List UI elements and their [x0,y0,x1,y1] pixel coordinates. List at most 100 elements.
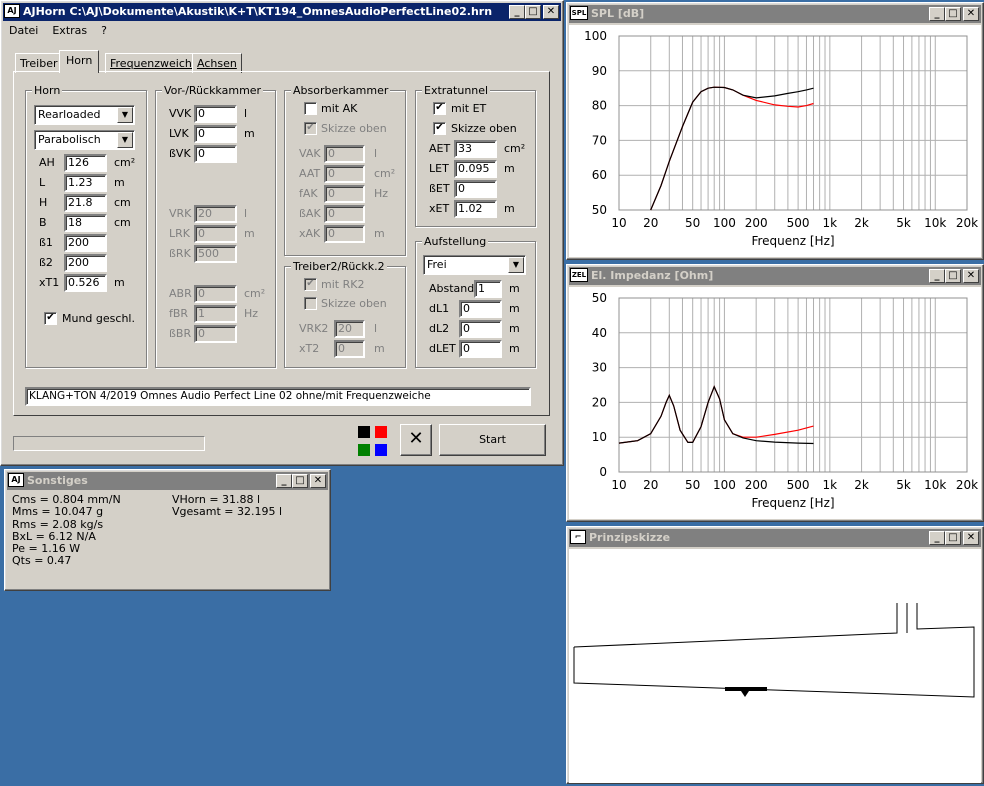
x-tick-label: 100 [713,478,736,492]
mit-ak-checkbox[interactable] [304,102,317,115]
vor-rueck-group-title: Vor-/Rückkammer [162,84,264,97]
field-input[interactable]: 0 [194,285,237,303]
field-input[interactable]: 0 [459,340,502,358]
field-input[interactable]: 0 [324,225,365,243]
field-input[interactable]: 0.526 [64,274,107,292]
close-button[interactable]: ✕ [963,7,979,21]
field-input[interactable]: 1.02 [454,200,497,218]
close-button[interactable]: ✕ [310,474,326,488]
spl-title: SPL [dB] [591,7,645,20]
mund-checkbox[interactable]: ✔ [44,312,57,325]
field-input[interactable]: 1 [194,305,237,323]
y-tick-label: 60 [592,168,607,182]
field-input[interactable]: 0 [459,320,502,338]
field-label: ABR [169,287,192,300]
sonstiges-titlebar[interactable]: AJ Sonstiges _ □ ✕ [7,472,328,490]
field-input[interactable]: 0 [334,340,365,358]
tab-frequenzweiche[interactable]: Frequenzweiche [105,53,204,73]
color-swatch-blue[interactable] [375,444,387,456]
field-input[interactable]: 21.8 [64,194,107,212]
chevron-down-icon[interactable]: ▼ [117,132,133,148]
y-tick-label: 50 [592,203,607,217]
field-unit: m [114,176,125,189]
treiber2-skizze-checkbox[interactable] [304,297,317,310]
horn-outline-upper [573,603,898,648]
minimize-button[interactable]: _ [509,5,525,19]
field-input[interactable]: 200 [64,234,107,252]
field-input[interactable]: 126 [64,154,107,172]
menu-help[interactable]: ? [101,24,107,40]
tab-achsen[interactable]: Achsen [192,53,242,73]
field-input[interactable]: 0 [194,125,237,143]
field-unit: Hz [374,187,389,200]
cancel-button[interactable]: ✕ [400,424,432,456]
field-label: dL1 [429,302,450,315]
treiber2-skizze-label: Skizze oben [321,297,387,310]
y-tick-label: 0 [599,465,607,479]
absorber-skizze-checkbox[interactable]: ✔ [304,122,317,135]
maximize-button[interactable]: □ [292,474,308,488]
skizze-titlebar[interactable]: ⌐ Prinzipskizze _ □ ✕ [569,529,981,547]
close-button[interactable]: ✕ [963,269,979,283]
field-label: dL2 [429,322,450,335]
horn-type-select[interactable]: Rearloaded ▼ [34,105,135,125]
field-input[interactable]: 1 [474,280,502,298]
field-input[interactable]: 500 [194,245,237,263]
tab-treiber[interactable]: Treiber [15,53,63,73]
minimize-button[interactable]: _ [929,531,945,545]
aufstellung-value: Frei [427,258,447,271]
field-input[interactable]: 0 [454,180,497,198]
chevron-down-icon[interactable]: ▼ [117,107,133,123]
maximize-button[interactable]: □ [945,269,961,283]
close-button[interactable]: ✕ [963,531,979,545]
field-input[interactable]: 0 [194,225,237,243]
color-swatch-green[interactable] [358,444,370,456]
main-titlebar[interactable]: AJ AJHorn C:\AJ\Dokumente\Akustik\K+T\KT1… [3,3,561,21]
field-input[interactable]: 0 [324,185,365,203]
field-input[interactable]: 0 [194,325,237,343]
field-unit: m [374,342,385,355]
maximize-button[interactable]: □ [525,5,541,19]
field-input[interactable]: 0 [324,145,365,163]
field-input[interactable]: 0 [194,145,237,163]
mit-et-label: mit ET [451,102,487,115]
field-input[interactable]: 0.095 [454,160,497,178]
field-input[interactable]: 0 [459,300,502,318]
field-unit: l [244,107,248,120]
aufstellung-select[interactable]: Frei ▼ [423,255,526,275]
maximize-button[interactable]: □ [945,7,961,21]
tab-horn[interactable]: Horn [59,50,100,73]
minimize-button[interactable]: _ [929,269,945,283]
maximize-button[interactable]: □ [945,531,961,545]
field-label: ßRK [169,247,191,260]
et-skizze-checkbox[interactable]: ✔ [433,122,446,135]
field-input[interactable]: 33 [454,140,497,158]
impedance-titlebar[interactable]: ZEL El. Impedanz [Ohm] _ □ ✕ [569,267,981,285]
menu-extras[interactable]: Extras [52,24,87,40]
field-input[interactable]: 0 [324,165,365,183]
field-input[interactable]: 200 [64,254,107,272]
color-swatch-black[interactable] [358,426,370,438]
horn-profile-select[interactable]: Parabolisch ▼ [34,130,135,150]
start-button[interactable]: Start [439,424,546,456]
mit-rk2-checkbox[interactable]: ✔ [304,278,317,291]
color-swatch-red[interactable] [375,426,387,438]
spl-titlebar[interactable]: SPL SPL [dB] _ □ ✕ [569,5,981,23]
mit-et-checkbox[interactable]: ✔ [433,102,446,115]
field-input[interactable]: 18 [64,214,107,232]
field-label: Abstand [429,282,475,295]
field-input[interactable]: 0 [324,205,365,223]
field-input[interactable]: 1.23 [64,174,107,192]
minimize-button[interactable]: _ [929,7,945,21]
chevron-down-icon[interactable]: ▼ [508,257,524,273]
field-input[interactable]: 20 [194,205,237,223]
field-input[interactable]: 0 [194,105,237,123]
menu-datei[interactable]: Datei [9,24,38,40]
driver-shape [725,687,767,691]
field-input[interactable]: 20 [334,320,365,338]
close-button[interactable]: ✕ [543,5,559,19]
comment-field[interactable]: KLANG+TON 4/2019 Omnes Audio Perfect Lin… [25,387,531,406]
impedance-title: El. Impedanz [Ohm] [591,269,714,282]
y-tick-label: 50 [592,291,607,305]
minimize-button[interactable]: _ [276,474,292,488]
